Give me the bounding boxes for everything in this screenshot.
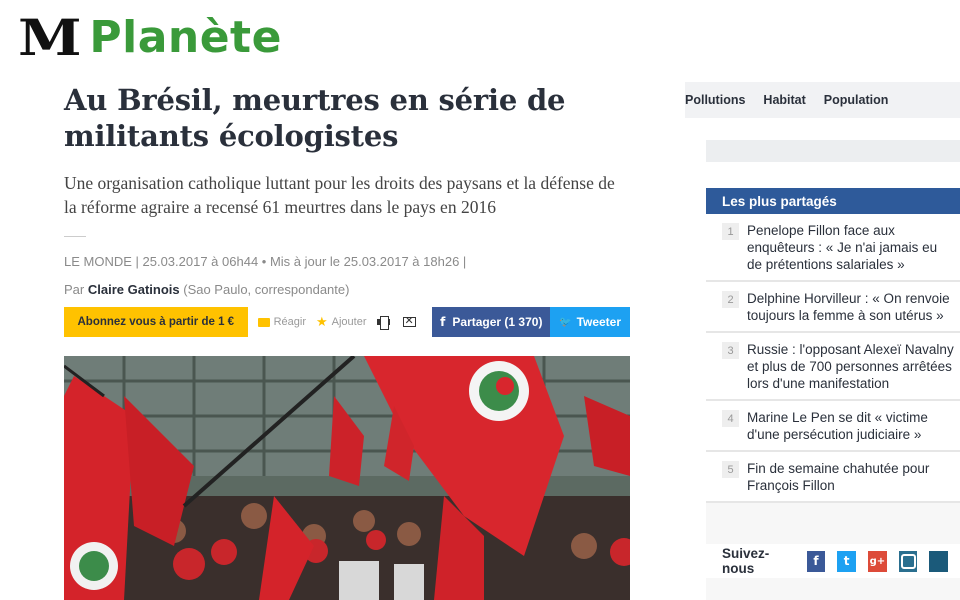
rank-number: 5 xyxy=(722,461,739,478)
nav-item-habitat[interactable]: Habitat xyxy=(754,93,814,107)
facebook-share-label: Partager (1 370) xyxy=(452,315,543,329)
divider xyxy=(64,236,86,237)
more-social-icon[interactable] xyxy=(929,550,949,572)
facebook-share-button[interactable]: f Partager (1 370) xyxy=(432,307,551,337)
instagram-icon[interactable] xyxy=(898,550,918,572)
section-nav: Pollutions Habitat Population xyxy=(685,82,960,118)
section-title[interactable]: Planète xyxy=(89,8,282,68)
star-icon: ★ xyxy=(315,314,328,329)
follow-label: Suivez-nous xyxy=(722,546,770,576)
rank-number: 1 xyxy=(722,223,739,240)
list-item[interactable]: 5 Fin de semaine chahutée pour François … xyxy=(706,452,960,503)
site-logo[interactable]: M Planète xyxy=(18,8,282,68)
follow-us-bar: Suivez-nous f t g+ xyxy=(706,544,960,578)
rank-number: 3 xyxy=(722,342,739,359)
share-bar: Abonnez vous à partir de 1 € Réagir ★ Aj… xyxy=(64,307,630,337)
facebook-icon: f xyxy=(440,315,446,329)
ad-placeholder-bar xyxy=(706,140,960,162)
react-button[interactable]: Réagir xyxy=(257,316,306,328)
list-item[interactable]: 2 Delphine Horvilleur : « On renvoie tou… xyxy=(706,282,960,333)
list-item[interactable]: 4 Marine Le Pen se dit « victime d'une p… xyxy=(706,401,960,452)
article-link[interactable]: Delphine Horvilleur : « On renvoie toujo… xyxy=(747,290,960,324)
list-item[interactable]: 1 Penelope Fillon face aux enquêteurs : … xyxy=(706,214,960,282)
rank-number: 2 xyxy=(722,291,739,308)
googleplus-icon[interactable]: g+ xyxy=(868,550,887,572)
article-link[interactable]: Russie : l'opposant Alexeï Navalny et pl… xyxy=(747,341,960,392)
subscribe-button[interactable]: Abonnez vous à partir de 1 € xyxy=(64,307,248,337)
most-shared-title: Les plus partagés xyxy=(706,188,960,214)
le-monde-logo: M xyxy=(18,8,82,67)
nav-item-pollutions[interactable]: Pollutions xyxy=(685,93,754,107)
twitter-share-label: Tweeter xyxy=(576,315,622,329)
article-photo xyxy=(64,356,630,600)
byline-location: (Sao Paulo, correspondante) xyxy=(183,282,350,297)
article-link[interactable]: Penelope Fillon face aux enquêteurs : « … xyxy=(747,222,960,273)
article-link[interactable]: Marine Le Pen se dit « victime d'une per… xyxy=(747,409,960,443)
twitter-icon: 🐦 xyxy=(559,316,572,328)
most-shared-list: 1 Penelope Fillon face aux enquêteurs : … xyxy=(706,214,960,503)
facebook-icon[interactable]: f xyxy=(806,550,826,572)
nav-item-population[interactable]: Population xyxy=(815,93,898,107)
article-headline: Au Brésil, meurtres en série de militant… xyxy=(64,83,566,153)
article-byline: Par Claire Gatinois (Sao Paulo, correspo… xyxy=(64,282,349,297)
add-button[interactable]: ★ Ajouter xyxy=(315,314,367,329)
most-shared-box: Les plus partagés 1 Penelope Fillon face… xyxy=(706,188,960,600)
add-label: Ajouter xyxy=(331,316,367,328)
react-label: Réagir xyxy=(273,316,306,328)
byline-prefix: Par xyxy=(64,282,85,297)
twitter-share-button[interactable]: 🐦 Tweeter xyxy=(550,307,630,337)
article-lede: Une organisation catholique luttant pour… xyxy=(64,173,615,217)
print-icon[interactable] xyxy=(376,316,390,330)
author-link[interactable]: Claire Gatinois xyxy=(88,282,180,297)
list-item[interactable]: 3 Russie : l'opposant Alexeï Navalny et … xyxy=(706,333,960,401)
rank-number: 4 xyxy=(722,410,739,427)
article-link[interactable]: Fin de semaine chahutée pour François Fi… xyxy=(747,460,960,494)
twitter-icon[interactable]: t xyxy=(837,550,857,572)
comment-icon xyxy=(257,317,270,327)
article-meta: LE MONDE | 25.03.2017 à 06h44 • Mis à jo… xyxy=(64,254,467,269)
mail-icon[interactable] xyxy=(403,317,417,327)
